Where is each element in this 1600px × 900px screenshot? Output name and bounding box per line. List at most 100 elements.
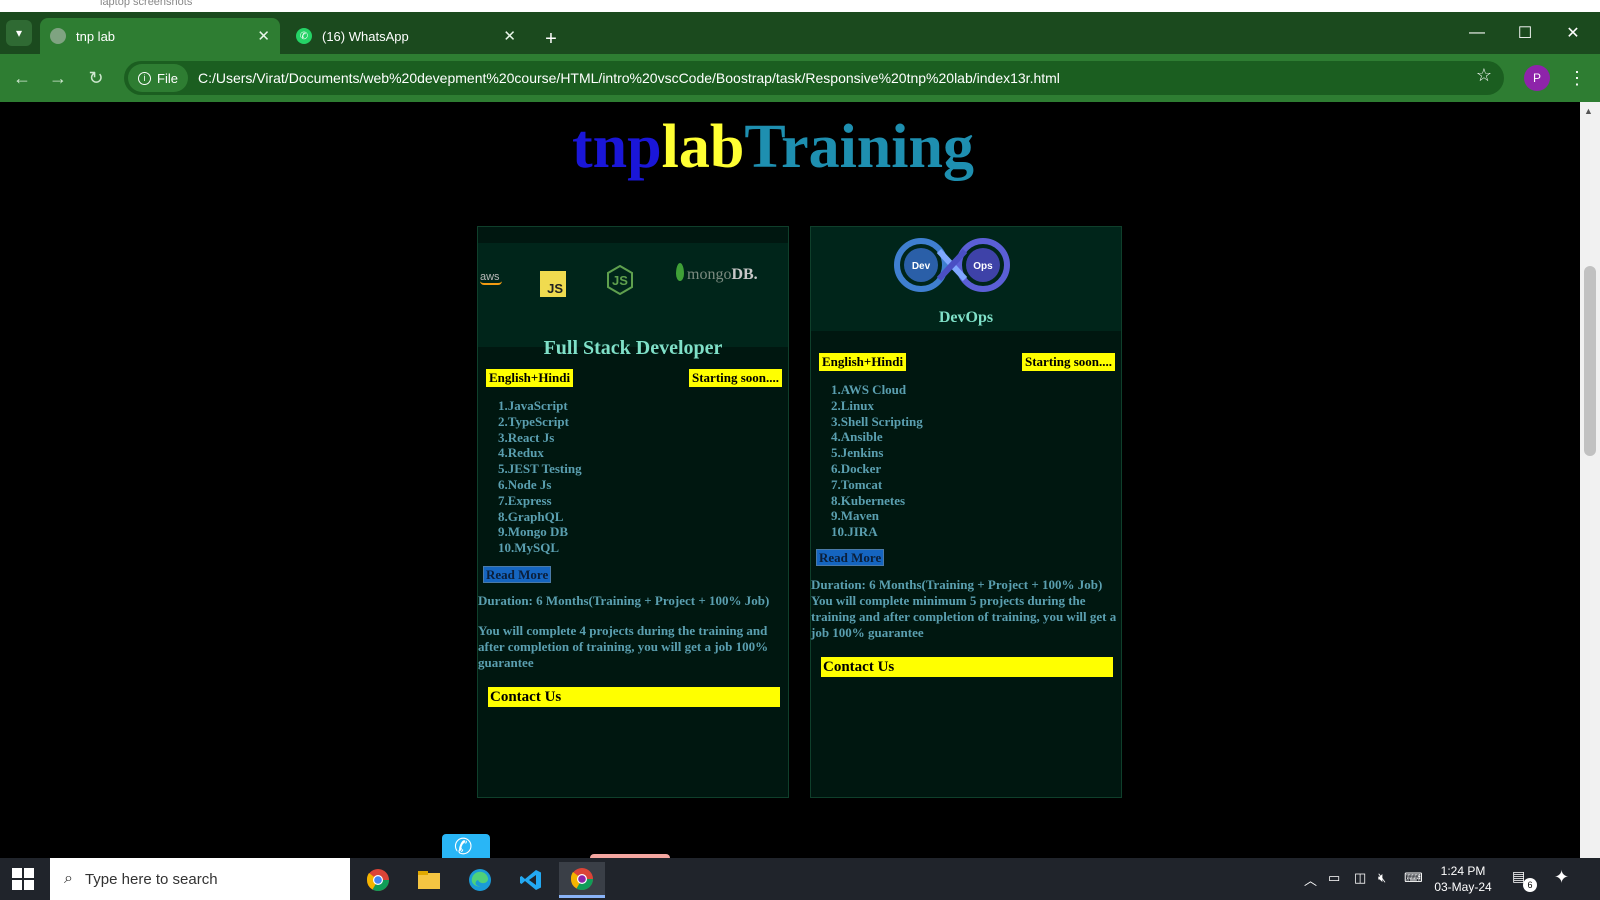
- list-item: 10.MySQL: [498, 540, 560, 556]
- tab-search-button[interactable]: ▾: [6, 20, 32, 46]
- whatsapp-icon: ✆: [296, 28, 312, 44]
- keyboard-icon[interactable]: ⌨: [1404, 870, 1423, 886]
- aws-logo: aws: [480, 271, 502, 285]
- taskbar-search-box[interactable]: ⌕ Type here to search: [50, 858, 350, 900]
- copilot-icon[interactable]: ✦: [1554, 867, 1569, 888]
- close-tab-icon[interactable]: ✕: [503, 27, 516, 45]
- address-bar[interactable]: i File C:/Users/Virat/Documents/web%20de…: [124, 61, 1504, 95]
- list-item: 6.Node Js: [498, 476, 552, 492]
- mongodb-logo: mongoDB.: [676, 263, 758, 284]
- list-item: 7.Tomcat: [831, 476, 883, 492]
- page-brand-heading: tnplabTraining: [0, 112, 1546, 183]
- notification-count: 6: [1523, 878, 1537, 892]
- brand-part-lab: lab: [661, 113, 745, 181]
- list-item: 1.JavaScript: [498, 398, 568, 413]
- list-item: 9.Mongo DB: [498, 524, 569, 540]
- js-logo-text: JS: [547, 281, 563, 296]
- devops-logo-label-ops: Ops: [973, 261, 993, 272]
- profile-avatar[interactable]: P: [1524, 65, 1550, 91]
- status-badge: Starting soon....: [1022, 353, 1116, 371]
- list-item: 5.JEST Testing: [498, 461, 582, 477]
- forward-button[interactable]: →: [44, 64, 72, 92]
- description-text: You will complete minimum 5 projects dur…: [811, 593, 1117, 640]
- tab-whatsapp[interactable]: ✆ (16) WhatsApp ✕: [286, 18, 526, 54]
- card-header: Dev Ops DevOps: [811, 227, 1121, 331]
- minimize-button[interactable]: —: [1454, 12, 1500, 54]
- read-more-button[interactable]: Read More: [816, 549, 885, 566]
- card-title: Full Stack Developer: [543, 337, 723, 359]
- back-button[interactable]: ←: [8, 64, 36, 92]
- maximize-button[interactable]: ☐: [1502, 12, 1548, 54]
- brand-part-training: Training: [744, 113, 974, 181]
- mongo-logo-db-text: DB.: [731, 266, 758, 283]
- list-item: 6.Docker: [831, 460, 882, 476]
- leaf-icon: [676, 263, 684, 281]
- contact-us-button[interactable]: Contact Us: [488, 687, 780, 707]
- partial-section-heading: [970, 846, 1130, 858]
- windows-taskbar: ⌕ Type here to search ︿ ▭ ◫ 🔇︎ ⌨ 1:24 PM…: [0, 858, 1600, 900]
- list-item: 3.Shell Scripting: [831, 413, 923, 429]
- tab-tnp-lab[interactable]: tnp lab ✕: [40, 18, 280, 54]
- battery-icon[interactable]: ▭: [1328, 870, 1340, 886]
- list-item: 4.Redux: [498, 445, 544, 461]
- mongo-logo-text: mongo: [687, 266, 732, 283]
- tab-strip: ▾ tnp lab ✕ ✆ (16) WhatsApp ✕ +: [0, 12, 1600, 54]
- search-icon: ⌕: [64, 870, 73, 887]
- url-text[interactable]: C:/Users/Virat/Documents/web%20devepment…: [198, 70, 1060, 86]
- taskbar-clock[interactable]: 1:24 PM 03-May-24: [1428, 863, 1498, 895]
- devops-infinity-icon: Dev Ops: [894, 238, 1010, 292]
- chrome-icon[interactable]: [355, 862, 401, 898]
- list-item: 2.TypeScript: [498, 413, 569, 429]
- more-menu-icon[interactable]: ⋮: [1564, 64, 1590, 92]
- site-info-chip[interactable]: i File: [128, 64, 188, 92]
- list-item: 8.GraphQL: [498, 508, 564, 524]
- course-card-devops: Dev Ops DevOps English+Hindi Starting so…: [810, 226, 1122, 798]
- network-icon[interactable]: ◫: [1354, 870, 1366, 886]
- card-header: aws JS JS mongoDB. Full Stack Developer: [478, 243, 788, 359]
- contact-us-button[interactable]: Contact Us: [821, 657, 1113, 677]
- list-item: 8.Kubernetes: [831, 492, 906, 508]
- duration-text: Duration: 6 Months(Training + Project + …: [811, 577, 1103, 592]
- plus-icon: +: [545, 27, 557, 50]
- phone-icon[interactable]: ✆: [442, 834, 490, 858]
- list-item: 5.Jenkins: [831, 445, 884, 461]
- close-window-button[interactable]: ✕: [1550, 12, 1596, 54]
- search-placeholder: Type here to search: [84, 870, 218, 888]
- close-tab-icon[interactable]: ✕: [257, 27, 270, 45]
- clock-time: 1:24 PM: [1440, 864, 1486, 878]
- javascript-logo: JS: [540, 271, 566, 297]
- reload-button[interactable]: ↻: [82, 64, 110, 92]
- windows-start-icon[interactable]: [12, 868, 34, 890]
- arrow-left-icon: ←: [13, 67, 31, 88]
- scroll-up-arrow-icon[interactable]: ▲: [1584, 106, 1593, 116]
- svg-text:JS: JS: [612, 273, 628, 288]
- list-item: 4.Ansible: [831, 429, 883, 445]
- list-item: 3.React Js: [498, 429, 555, 445]
- read-more-button[interactable]: Read More: [483, 566, 552, 583]
- course-card-full-stack: aws JS JS mongoDB. Full Stack Developer …: [477, 226, 789, 798]
- file-explorer-icon[interactable]: [406, 862, 452, 898]
- clock-date: 03-May-24: [1434, 880, 1492, 894]
- volume-muted-icon[interactable]: 🔇︎: [1378, 870, 1386, 886]
- new-tab-button[interactable]: +: [536, 26, 566, 52]
- notification-icon[interactable]: ▤ 6: [1512, 868, 1537, 892]
- nodejs-icon: JS: [607, 265, 633, 295]
- info-icon: i: [138, 71, 151, 85]
- background-window-title-text: laptop screenshots: [100, 0, 193, 8]
- bookmark-star-icon[interactable]: ☆: [1476, 65, 1492, 86]
- topic-list: 1.JavaScript 2.TypeScript 3.React Js 4.R…: [498, 398, 582, 556]
- scrollbar-thumb[interactable]: [1584, 266, 1596, 456]
- list-item: 2.Linux: [831, 397, 874, 413]
- page-scrollbar[interactable]: ▲: [1580, 102, 1600, 858]
- topic-list: 1.AWS Cloud 2.Linux 3.Shell Scripting 4.…: [831, 382, 923, 540]
- tab-title: tnp lab: [76, 28, 116, 44]
- list-item: 9.Maven: [831, 508, 880, 524]
- edge-icon[interactable]: [457, 862, 503, 898]
- aws-logo-text: aws: [480, 271, 500, 283]
- chevron-up-icon[interactable]: ︿: [1304, 870, 1317, 889]
- chrome-profile-icon[interactable]: [559, 862, 605, 898]
- close-icon: ✕: [1566, 25, 1580, 42]
- status-badge: Starting soon....: [689, 369, 783, 387]
- chevron-down-icon: ▾: [15, 26, 23, 40]
- vscode-icon[interactable]: [508, 862, 554, 898]
